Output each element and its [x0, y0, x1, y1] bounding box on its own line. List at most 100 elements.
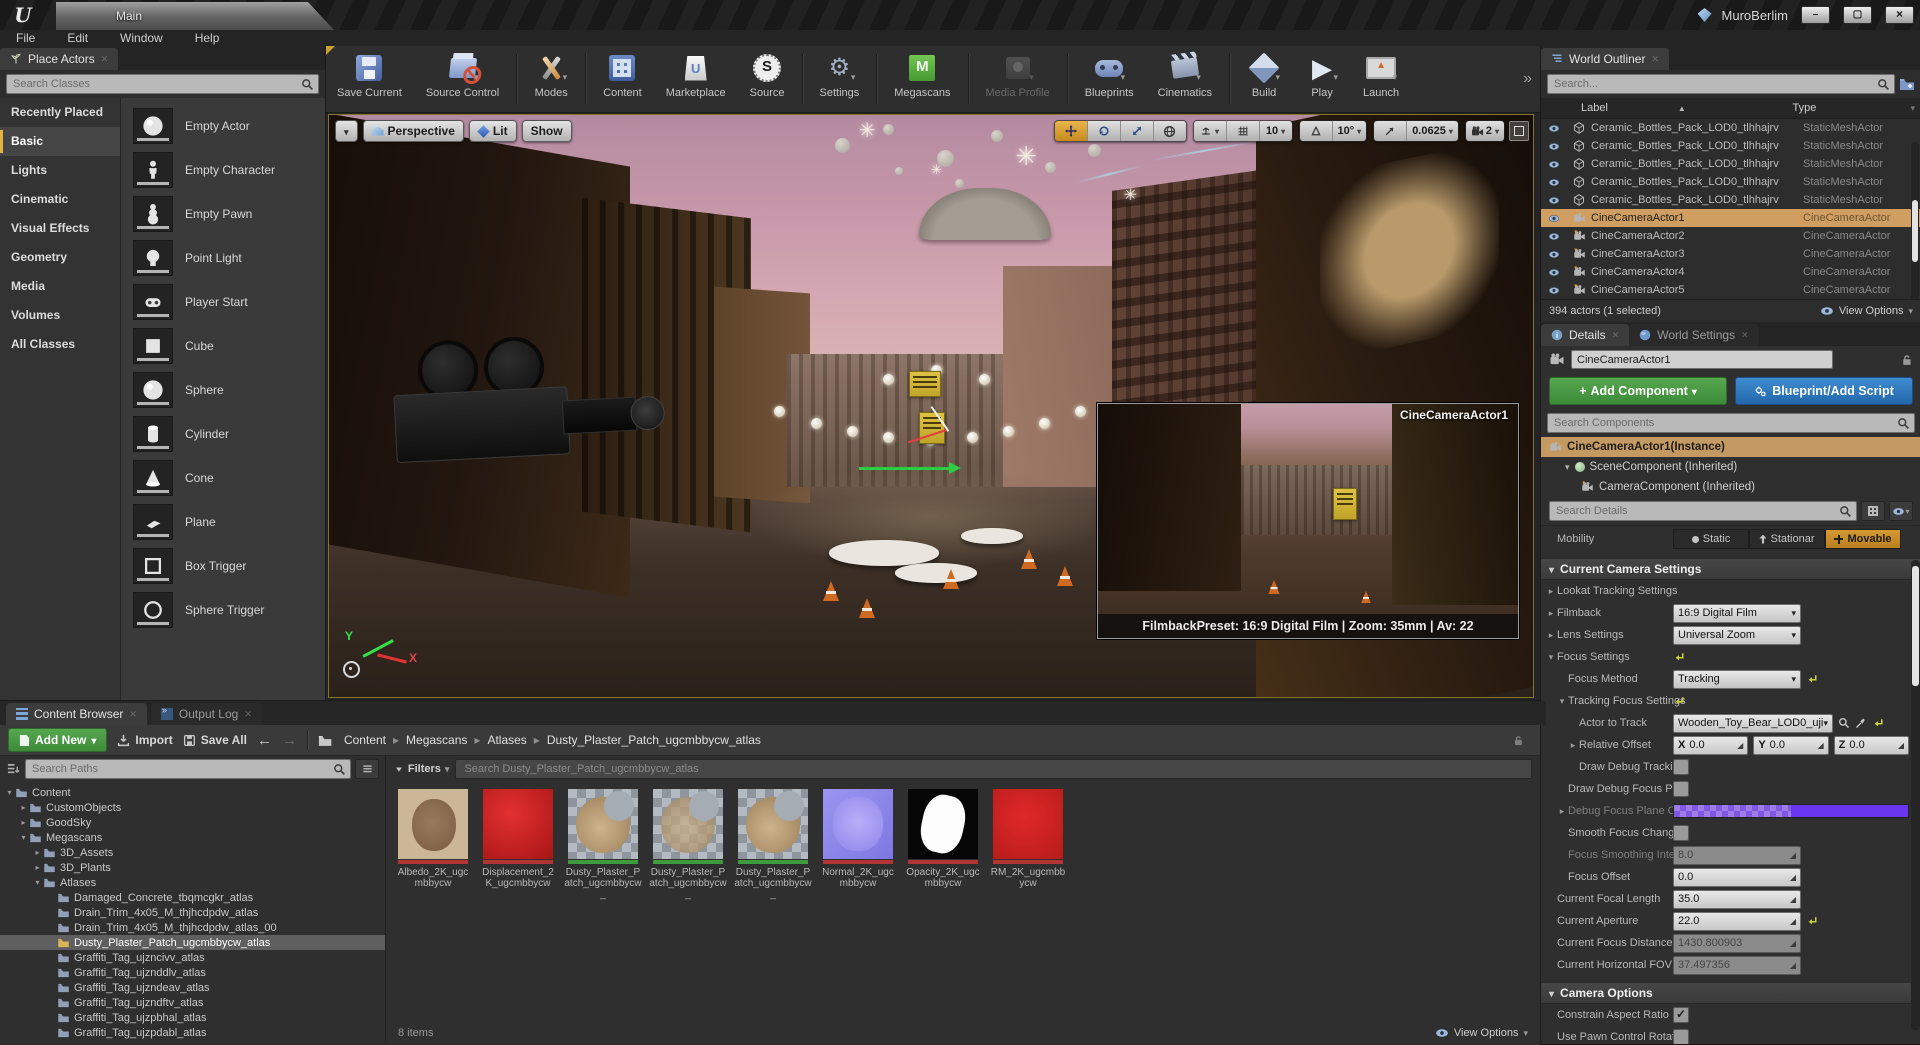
tab-content-browser[interactable]: Content Browser [6, 703, 147, 725]
browse-icon[interactable] [1838, 717, 1850, 729]
folder-goodsky[interactable]: GoodSky [0, 815, 385, 830]
search-classes-input[interactable] [11, 77, 301, 91]
menu-edit[interactable]: Edit [51, 30, 104, 46]
outliner-row-ceramic-bottles-pack-lod0-tlhhajrv[interactable]: Ceramic_Bottles_Pack_LOD0_tlhhajrv Static… [1541, 191, 1920, 209]
category-cinematic[interactable]: Cinematic [0, 185, 120, 214]
translate-tool-button[interactable] [1054, 121, 1087, 141]
cinematics-button[interactable]: Cinematics [1146, 46, 1224, 112]
folder-graffiti-tag-ujznddlv-atlas[interactable]: Graffiti_Tag_ujznddlv_atlas [0, 965, 385, 980]
component-cameracomponent-inherited-[interactable]: CameraComponent (Inherited) [1541, 477, 1920, 497]
expander-icon[interactable] [1556, 806, 1568, 817]
expander-icon[interactable] [1545, 608, 1557, 619]
visibility-eye-icon[interactable] [1541, 212, 1567, 224]
level-tab[interactable]: Main [56, 2, 334, 30]
visibility-eye-icon[interactable] [1541, 230, 1567, 242]
place-actor-cone[interactable]: Cone [121, 456, 325, 500]
category-geometry[interactable]: Geometry [0, 243, 120, 272]
outliner-row-ceramic-bottles-pack-lod0-tlhhajrv[interactable]: Ceramic_Bottles_Pack_LOD0_tlhhajrv Static… [1541, 137, 1920, 155]
folder-3d-plants[interactable]: 3D_Plants [0, 860, 385, 875]
tab-close-icon[interactable] [101, 54, 109, 65]
breadcrumb-dusty-plaster-patch-ugcmbbycw-atlas[interactable]: Dusty_Plaster_Patch_ugcmbbycw_atlas [547, 733, 761, 747]
show-button[interactable]: Show [521, 120, 572, 142]
asset-picker-actor-to-track[interactable]: Wooden_Toy_Bear_LOD0_ujicadg [1673, 713, 1833, 733]
folder-dusty-plaster-patch-ugcmbbycw-atlas[interactable]: Dusty_Plaster_Patch_ugcmbbycw_atlas [0, 935, 385, 950]
checkbox-constrain-aspect-ratio[interactable] [1673, 1007, 1689, 1023]
camera-speed-button[interactable]: 2 [1465, 121, 1504, 141]
mobility-stationar[interactable]: Stationar [1749, 529, 1825, 549]
place-actor-cube[interactable]: Cube [121, 324, 325, 368]
forward-button[interactable]: → [282, 732, 297, 749]
save-all-button[interactable]: Save All [183, 733, 247, 747]
category-basic[interactable]: Basic [0, 127, 120, 156]
label-column-header[interactable]: Label [1581, 102, 1608, 114]
vector-y-field[interactable]: Y 0.0 [1753, 735, 1829, 755]
asset-search[interactable] [455, 759, 1532, 779]
folder-graffiti-tag-ujzpdabl-atlas[interactable]: Graffiti_Tag_ujzpdabl_atlas [0, 1025, 385, 1040]
folder-content[interactable]: Content [0, 785, 385, 800]
components-search[interactable] [1547, 413, 1915, 433]
minimize-button[interactable] [1801, 6, 1830, 24]
menu-file[interactable]: File [0, 30, 51, 46]
spinner-icon[interactable] [1818, 741, 1824, 750]
back-button[interactable]: ← [257, 732, 272, 749]
add-component-button[interactable]: + Add Component [1549, 377, 1727, 405]
grid-snap-value-button[interactable]: 10 [1258, 121, 1292, 141]
new-folder-icon[interactable] [1899, 77, 1915, 91]
reset-to-default-icon[interactable] [1806, 915, 1818, 927]
spinner-icon[interactable] [1737, 741, 1743, 750]
grid-snap-toggle[interactable] [1225, 121, 1259, 141]
lock-icon[interactable] [1512, 734, 1524, 747]
expander-icon[interactable] [1545, 630, 1557, 641]
outliner-row-cinecameraactor3[interactable]: CineCameraActor3 CineCameraActor [1541, 245, 1920, 263]
perspective-button[interactable]: Perspective [362, 120, 464, 142]
breadcrumb-content[interactable]: Content [344, 733, 386, 747]
outliner-row-cinecameraactor1[interactable]: CineCameraActor1 CineCameraActor [1541, 209, 1920, 227]
place-actor-sphere[interactable]: Sphere [121, 368, 325, 412]
asset-dusty-plaster-patch-ugcmbbycw-[interactable]: Dusty_Plaster_Patch_ugcmbbycw_ [649, 789, 727, 900]
expander-icon[interactable] [18, 833, 29, 842]
breadcrumb-megascans[interactable]: Megascans [406, 733, 467, 747]
expander-icon[interactable] [1565, 461, 1570, 473]
sources-toggle-icon[interactable] [6, 763, 21, 776]
category-media[interactable]: Media [0, 272, 120, 301]
section-current-camera-settings[interactable]: Current Camera Settings [1541, 558, 1920, 580]
asset-search-input[interactable] [462, 762, 1525, 776]
details-scrollbar[interactable] [1911, 560, 1920, 1030]
place-actor-point-light[interactable]: Point Light [121, 236, 325, 280]
source-control-button[interactable]: Source Control [414, 46, 511, 112]
reset-to-default-icon[interactable] [1673, 651, 1685, 663]
expander-icon[interactable] [32, 878, 43, 887]
outliner-row-ceramic-bottles-pack-lod0-tlhhajrv[interactable]: Ceramic_Bottles_Pack_LOD0_tlhhajrv Static… [1541, 155, 1920, 173]
scale-snap-value-button[interactable]: 0.0625 [1406, 121, 1458, 141]
tab-close-icon[interactable] [1651, 54, 1659, 65]
visibility-eye-icon[interactable] [1541, 248, 1567, 260]
megascans-button[interactable]: Megascans [882, 46, 962, 112]
collections-list-button[interactable] [355, 759, 379, 779]
category-visual-effects[interactable]: Visual Effects [0, 214, 120, 243]
search-components-input[interactable] [1552, 416, 1897, 430]
visibility-eye-icon[interactable] [1541, 122, 1567, 134]
save-current-button[interactable]: Save Current [325, 46, 414, 112]
asset-dusty-plaster-patch-ugcmbbycw-[interactable]: Dusty_Plaster_Patch_ugcmbbycw_ [564, 789, 642, 900]
lit-mode-button[interactable]: Lit [468, 120, 517, 142]
visibility-eye-icon[interactable] [1541, 140, 1567, 152]
blueprint-add-script-button[interactable]: Blueprint/Add Script [1735, 377, 1913, 405]
reset-to-default-icon[interactable] [1872, 717, 1884, 729]
mobility-movable[interactable]: Movable [1825, 529, 1901, 549]
visibility-eye-icon[interactable] [1541, 158, 1567, 170]
expander-icon[interactable] [1567, 740, 1579, 751]
folder-3d-assets[interactable]: 3D_Assets [0, 845, 385, 860]
component-scenecomponent-inherited-[interactable]: SceneComponent (Inherited) [1541, 457, 1920, 477]
modes-button[interactable]: Modes [522, 46, 580, 112]
expander-icon[interactable] [32, 863, 43, 872]
settings-button[interactable]: Settings [808, 46, 872, 112]
tab-close-icon[interactable] [1741, 330, 1749, 341]
tab-close-icon[interactable] [244, 709, 252, 720]
build-button[interactable]: Build [1235, 46, 1293, 112]
dropdown-lens-settings[interactable]: Universal Zoom [1673, 625, 1801, 645]
section-camera-options[interactable]: Camera Options [1541, 982, 1920, 1004]
display-filter-button[interactable]: ▾ [1889, 501, 1913, 521]
outliner-row-cinecameraactor4[interactable]: CineCameraActor4 CineCameraActor [1541, 263, 1920, 281]
world-local-toggle-button[interactable] [1152, 121, 1186, 141]
spinner-icon[interactable] [1898, 741, 1904, 750]
